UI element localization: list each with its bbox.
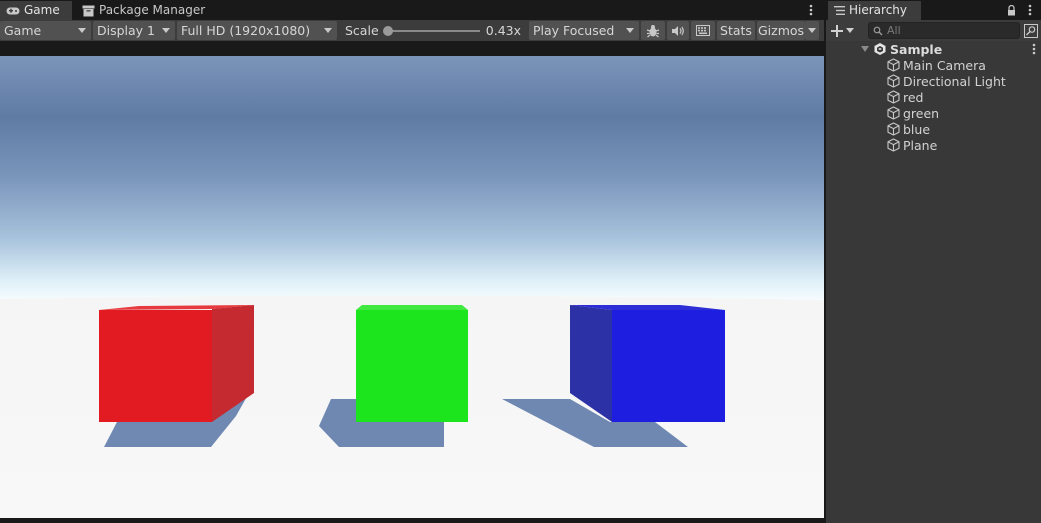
chevron-down-icon xyxy=(846,27,854,33)
chevron-down-icon[interactable] xyxy=(861,46,869,52)
game-scene xyxy=(0,56,824,518)
gizmos-button[interactable]: Gizmos xyxy=(757,21,805,40)
hierarchy-item-label: green xyxy=(903,105,940,121)
game-viewport[interactable] xyxy=(0,56,824,518)
letterbox-top xyxy=(0,41,824,56)
game-mode-value: Game xyxy=(4,23,42,38)
hierarchy-item-directional-light[interactable]: Directional Light xyxy=(887,73,1006,89)
red-cube xyxy=(99,305,254,422)
hierarchy-item-green[interactable]: green xyxy=(887,105,939,121)
stats-button[interactable]: Stats xyxy=(717,21,755,40)
game-panel: Game Package Manager Game Display 1 Full… xyxy=(0,0,824,523)
search-icon xyxy=(873,26,883,35)
hierarchy-item-label: Directional Light xyxy=(903,73,1006,89)
hierarchy-panel: Hierarchy All Sample Main Camera Directi… xyxy=(826,0,1041,523)
hierarchy-search[interactable] xyxy=(868,22,1020,39)
hierarchy-item-label: Main Camera xyxy=(903,57,986,73)
chevron-down-icon xyxy=(626,28,634,33)
hierarchy-toolbar xyxy=(826,20,1041,41)
hierarchy-item-label: blue xyxy=(903,121,931,137)
scale-label: Scale xyxy=(345,23,379,38)
hierarchy-item-red[interactable]: red xyxy=(887,89,924,105)
hierarchy-search-input[interactable] xyxy=(883,24,1003,37)
gameobject-cube-icon xyxy=(887,58,900,72)
sky xyxy=(0,56,824,300)
game-toolbar: Game Display 1 Full HD (1920x1080) Scale… xyxy=(0,20,824,41)
blue-cube xyxy=(570,305,725,422)
hierarchy-tree: Sample Main Camera Directional Light red… xyxy=(826,41,1041,523)
hierarchy-item-blue[interactable]: blue xyxy=(887,121,930,137)
plus-icon xyxy=(831,24,843,37)
scale-value: 0.43x xyxy=(485,23,521,38)
hierarchy-tab-strip: Hierarchy xyxy=(826,0,1041,20)
gameobject-cube-icon xyxy=(887,138,900,152)
gizmos-label: Gizmos xyxy=(757,23,805,38)
tab-hierarchy-label: Hierarchy xyxy=(849,3,908,17)
display-value: Display 1 xyxy=(97,23,156,38)
scene-menu-icon[interactable] xyxy=(1029,42,1039,56)
hierarchy-item-label: Plane xyxy=(903,137,938,153)
scene-row[interactable]: Sample xyxy=(861,41,942,57)
resolution-dropdown[interactable]: Full HD (1920x1080) xyxy=(177,21,337,40)
chevron-down-icon xyxy=(78,28,86,33)
green-cube xyxy=(356,305,468,422)
game-mode-dropdown[interactable]: Game xyxy=(0,21,91,40)
tab-game[interactable]: Game xyxy=(0,1,72,20)
scale-slider-handle[interactable] xyxy=(382,25,393,36)
add-object-button[interactable] xyxy=(831,22,859,39)
bug-icon[interactable] xyxy=(641,21,665,40)
hierarchy-gutter xyxy=(826,41,858,523)
scene-name: Sample xyxy=(890,41,943,57)
hierarchy-item-main-camera[interactable]: Main Camera xyxy=(887,57,986,73)
search-by-type-icon[interactable] xyxy=(1023,22,1039,39)
hierarchy-menu-icon[interactable] xyxy=(1025,3,1035,17)
tab-game-label: Game xyxy=(24,3,60,17)
list-icon xyxy=(834,6,845,15)
letterbox-bottom xyxy=(0,518,824,523)
display-dropdown[interactable]: Display 1 xyxy=(93,21,175,40)
chevron-down-icon xyxy=(162,28,170,33)
gizmos-dropdown-icon[interactable] xyxy=(805,21,819,40)
speaker-icon[interactable] xyxy=(667,21,689,40)
gameobject-cube-icon xyxy=(887,74,900,88)
tab-package-manager-label: Package Manager xyxy=(99,3,206,17)
gameobject-cube-icon xyxy=(887,106,900,120)
package-icon xyxy=(82,5,95,17)
chevron-down-icon xyxy=(324,28,332,33)
scale-slider[interactable] xyxy=(382,25,480,36)
stats-label: Stats xyxy=(720,23,752,38)
scale-control: Scale 0.43x xyxy=(339,21,527,40)
keyboard-icon[interactable] xyxy=(691,21,715,40)
gameobject-cube-icon xyxy=(887,122,900,136)
play-mode-value: Play Focused xyxy=(533,23,615,38)
hierarchy-item-plane[interactable]: Plane xyxy=(887,137,937,153)
game-panel-menu-icon[interactable] xyxy=(806,3,816,17)
play-mode-dropdown[interactable]: Play Focused xyxy=(529,21,639,40)
lock-icon[interactable] xyxy=(1006,3,1016,17)
tab-hierarchy[interactable]: Hierarchy xyxy=(828,1,921,20)
hierarchy-item-label: red xyxy=(903,89,924,105)
resolution-value: Full HD (1920x1080) xyxy=(181,23,311,38)
unity-scene-icon xyxy=(874,43,886,55)
game-tab-strip: Game Package Manager xyxy=(0,0,824,20)
gamepad-icon xyxy=(6,6,20,16)
gameobject-cube-icon xyxy=(887,90,900,104)
tab-package-manager[interactable]: Package Manager xyxy=(76,1,211,20)
